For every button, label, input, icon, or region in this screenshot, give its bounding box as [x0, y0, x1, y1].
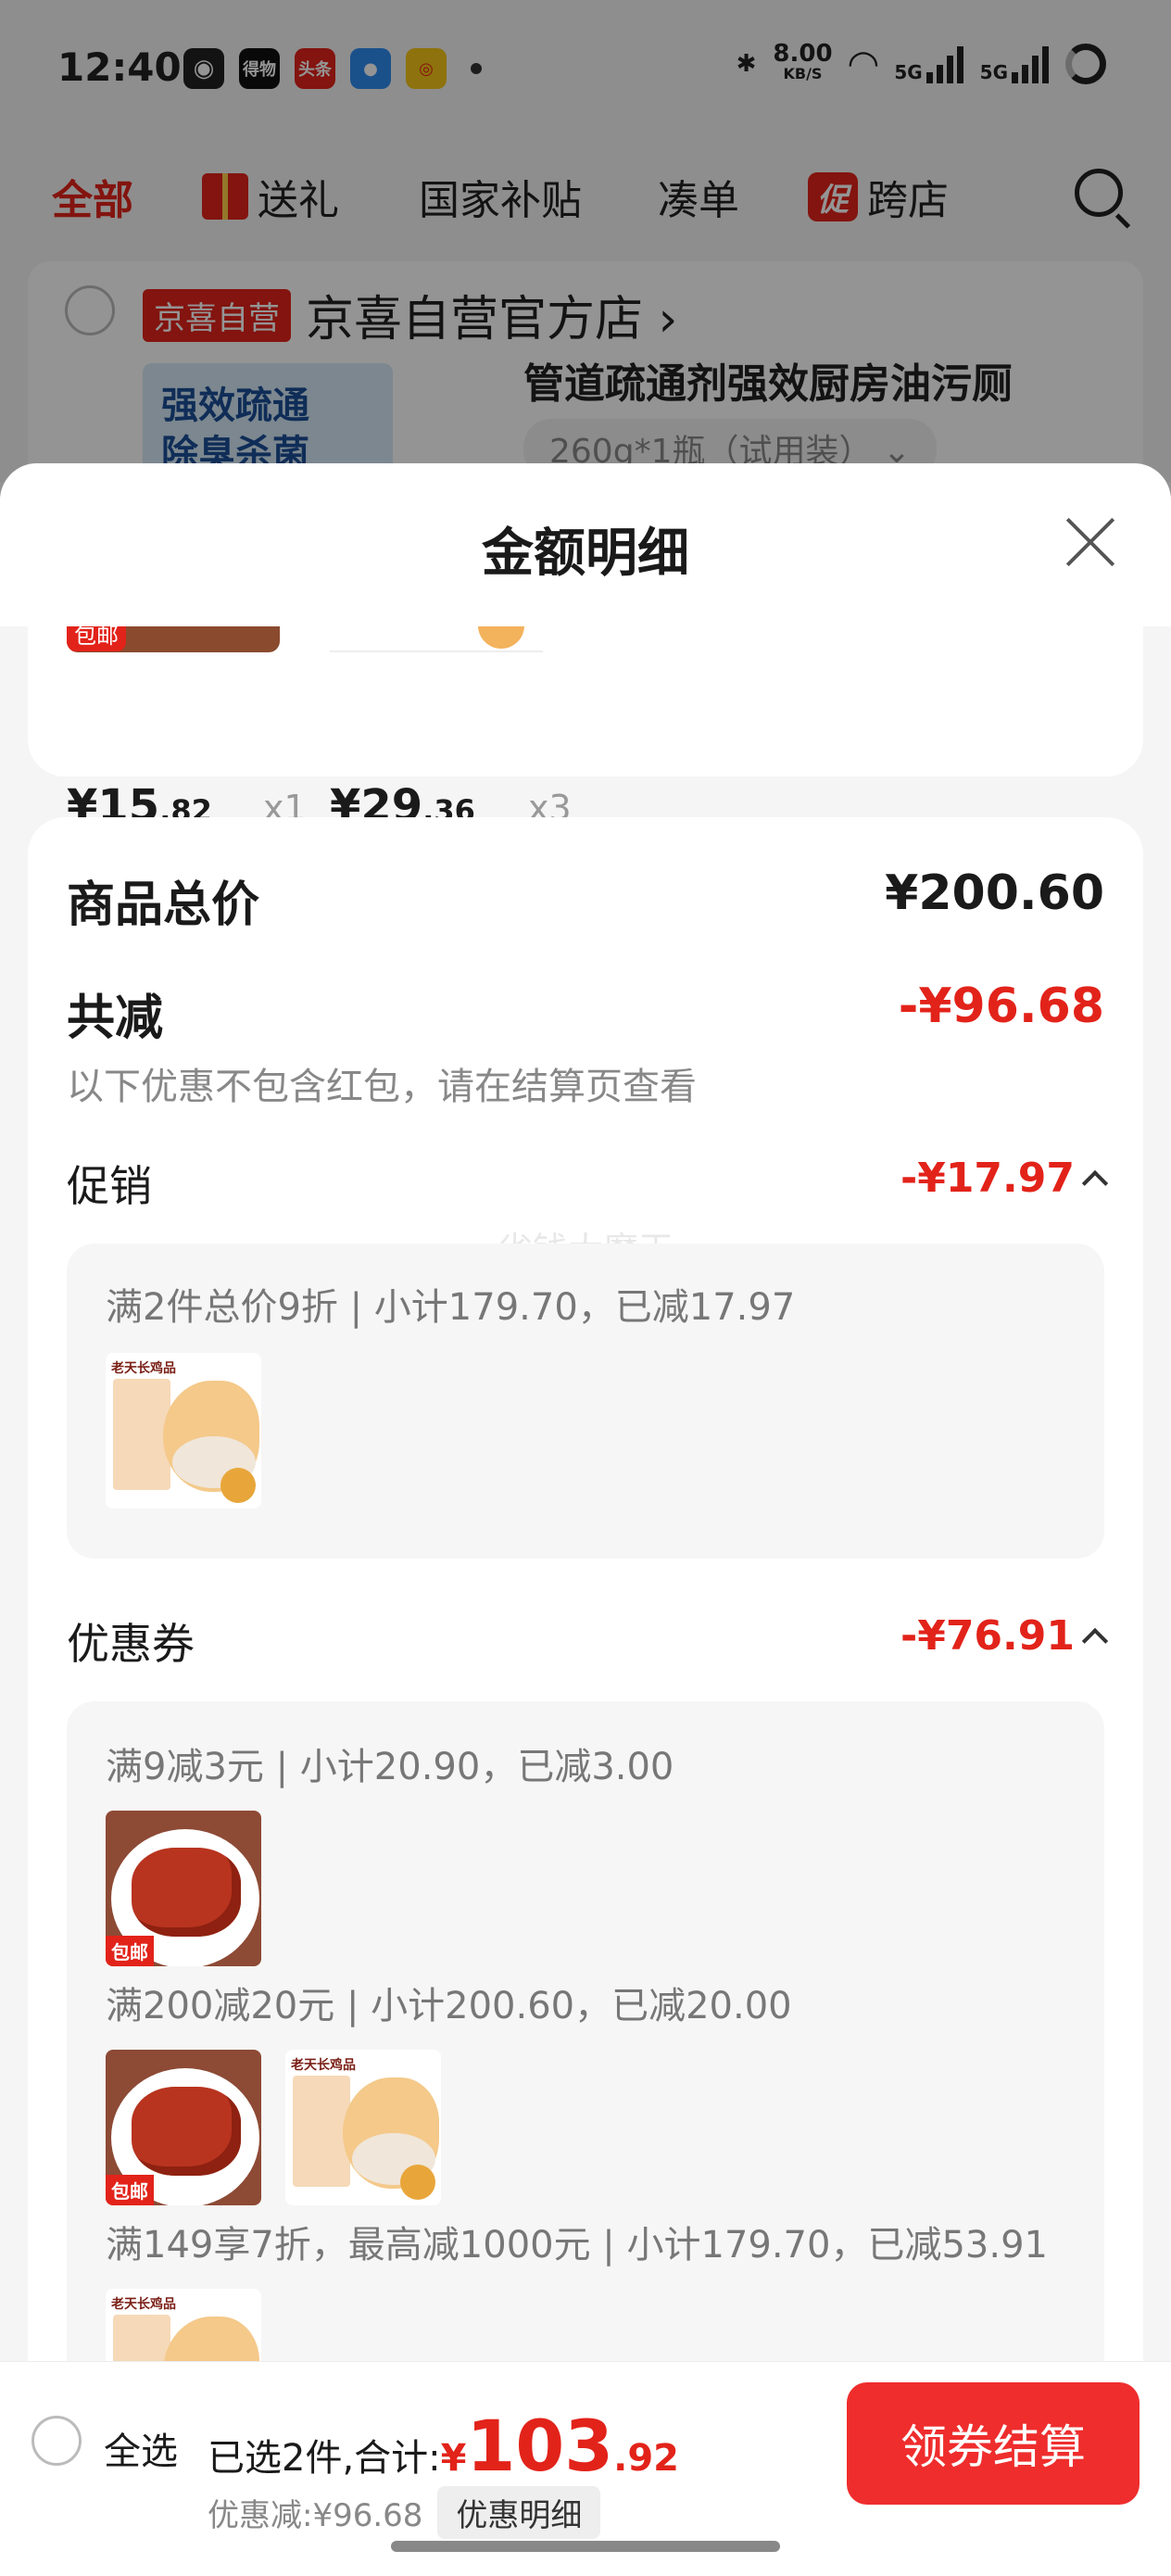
promo-rule-line: 满2件总价9折 | 小计179.70，已减17.97	[106, 1286, 796, 1329]
reduce-value: -¥96.68	[898, 979, 1104, 1034]
select-all-label[interactable]: 全选	[104, 2421, 178, 2475]
summary-total-int: 103	[466, 2405, 614, 2487]
summary-line: 已选2件,合计: ¥103.92	[208, 2405, 679, 2487]
chevron-up-icon	[1081, 1627, 1109, 1654]
ribs-product-thumb[interactable]: 包邮	[106, 2050, 261, 2205]
ribs-tag: 包邮	[106, 1936, 154, 1966]
summary-prefix: 已选2件,合计:	[208, 2437, 441, 2480]
amount-detail-sheet: 金额明细 包邮 ¥15.82 x1 ¥29.36 x3 商品总价 ¥200.60…	[0, 463, 1171, 2576]
coupon-rule-line: 满200减20元 | 小计200.60，已减20.00	[106, 1985, 792, 2027]
reduce-hint: 以下优惠不包含红包，请在结算页查看	[67, 1066, 697, 1108]
coupon-toggle[interactable]: -¥76.91	[900, 1612, 1109, 1660]
ribs-product-thumb[interactable]: 包邮	[106, 1811, 261, 1966]
discount-text: 优惠减:¥96.68	[208, 2497, 423, 2534]
total-label: 商品总价	[67, 878, 260, 933]
promo-value: -¥17.97	[900, 1155, 1075, 1202]
home-indicator[interactable]	[391, 2541, 780, 2552]
promo-group: 满2件总价9折 | 小计179.70，已减17.97 老天长鸡品	[67, 1244, 1104, 1559]
promo-label: 促销	[67, 1161, 152, 1211]
summary-total: ¥103.92	[441, 2405, 679, 2487]
select-all-checkbox[interactable]	[31, 2416, 82, 2466]
checkout-button[interactable]: 领券结算	[847, 2382, 1140, 2505]
coupon-value: -¥76.91	[900, 1612, 1075, 1660]
coupon-rule-line: 满149享7折，最高减1000元 | 小计179.70，已减53.91	[106, 2224, 1048, 2267]
checkout-bar: 全选 已选2件,合计: ¥103.92 优惠减:¥96.68 优惠明细 领券结算	[0, 2361, 1171, 2576]
chicken-brand-label: 老天长鸡品	[111, 2297, 176, 2312]
coupon-label: 优惠券	[67, 1619, 195, 1669]
discount-line: 优惠减:¥96.68 优惠明细	[208, 2486, 601, 2539]
chevron-up-icon	[1081, 1169, 1109, 1196]
sheet-title: 金额明细	[482, 524, 689, 584]
sheet-header: 金额明细	[0, 463, 1171, 626]
summary-total-dec: .92	[613, 2437, 679, 2480]
chicken-brand-label: 老天长鸡品	[291, 2058, 356, 2073]
chicken-product-thumb[interactable]: 老天长鸡品	[106, 1353, 261, 1509]
chicken-brand-label: 老天长鸡品	[111, 1361, 176, 1376]
discount-detail-button[interactable]: 优惠明细	[437, 2486, 601, 2539]
close-icon[interactable]	[1064, 515, 1117, 569]
coupon-rule-line: 满9减3元 | 小计20.90，已减3.00	[106, 1746, 674, 1788]
chicken-product-thumb[interactable]: 老天长鸡品	[285, 2050, 441, 2205]
promo-toggle[interactable]: -¥17.97	[900, 1155, 1109, 1202]
total-value: ¥200.60	[885, 865, 1104, 921]
reduce-label: 共减	[67, 991, 164, 1046]
summary-currency: ¥	[440, 2437, 467, 2480]
ribs-tag: 包邮	[106, 2175, 154, 2205]
amount-detail-card: 商品总价 ¥200.60 共减 -¥96.68 以下优惠不包含红包，请在结算页查…	[28, 817, 1143, 2576]
